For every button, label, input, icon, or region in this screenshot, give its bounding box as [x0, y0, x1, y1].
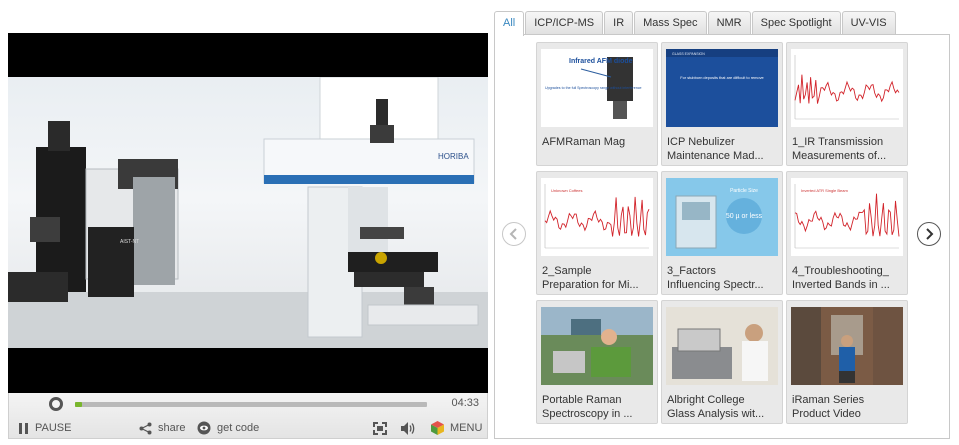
video-title-line1: ICP Nebulizer	[667, 136, 735, 148]
thumb-subcaption: Upgrades to the full Spectroscopy range …	[545, 86, 642, 90]
video-title: 4_Troubleshooting_ Inverted Bands in ...	[792, 264, 904, 292]
video-title-line2: Preparation for Mi...	[542, 279, 639, 291]
video-title-line2: Glass Analysis wit...	[667, 408, 765, 420]
thumb-subcaption: GLASS EXPANSION	[672, 52, 705, 56]
menu-cube-icon	[431, 421, 444, 435]
video-player: HORIBA AIST-NT 04:33 PAUSE share get cod…	[8, 33, 488, 439]
video-title-line2: Spectroscopy in ...	[542, 408, 633, 420]
category-tabs: All ICP/ICP-MS IR Mass Spec NMR Spec Spotligh…	[494, 11, 897, 36]
video-title: 1_IR Transmission Measurements of...	[792, 135, 904, 163]
menu-label: MENU	[450, 422, 483, 434]
video-title-line1: AFMRaman Mag	[542, 136, 626, 148]
menu-button[interactable]: MENU	[431, 420, 482, 436]
duration-label: 04:33	[451, 397, 479, 409]
thumb-caption: Unknown Coffees	[551, 188, 583, 193]
video-title-line2: Product Video	[792, 408, 861, 420]
fullscreen-icon	[373, 421, 387, 435]
scrub-handle[interactable]	[49, 397, 63, 411]
video-title: 3_Factors Influencing Spectr...	[667, 264, 779, 292]
video-thumbnail	[791, 307, 903, 385]
video-widget: HORIBA AIST-NT 04:33 PAUSE share get cod…	[0, 0, 959, 445]
scene-brand: HORIBA	[438, 152, 469, 161]
video-card[interactable]: Albright College Glass Analysis wit...	[661, 300, 783, 424]
video-title-line1: 1_IR Transmission	[792, 136, 884, 148]
video-card[interactable]: Portable Raman Spectroscopy in ...	[536, 300, 658, 424]
get-code-label: get code	[217, 422, 260, 434]
thumb-subcaption: 50 µ or less	[726, 213, 763, 220]
volume-icon	[401, 421, 415, 435]
thumb-caption: Infrared AFM diode	[569, 58, 633, 65]
volume-button[interactable]	[401, 420, 417, 436]
video-title-line2: Inverted Bands in ...	[792, 279, 890, 291]
video-title-line2: Measurements of...	[792, 150, 887, 162]
video-title: Albright College Glass Analysis wit...	[667, 393, 779, 421]
video-card[interactable]: 1_IR Transmission Measurements of...	[786, 42, 908, 166]
next-page-button[interactable]	[917, 222, 941, 246]
video-card[interactable]: Unknown Coffees 2_Sample Preparation for M…	[536, 171, 658, 295]
video-title-line2: Influencing Spectr...	[667, 279, 764, 291]
tab-all[interactable]: All	[494, 11, 525, 36]
fullscreen-button[interactable]	[373, 420, 387, 436]
video-thumbnail	[666, 307, 778, 385]
tab-uv-vis[interactable]: UV-VIS	[841, 11, 896, 35]
video-thumbnail: Unknown Coffees	[541, 178, 653, 256]
tab-spec-spotlight[interactable]: Spec Spotlight	[751, 11, 841, 35]
pause-icon	[19, 422, 28, 434]
thumb-caption: Inverted ATR Single Beam	[801, 188, 849, 193]
video-thumbnail: Infrared AFM diode Upgrades to the full S…	[541, 49, 653, 127]
thumb-caption: For stubborn deposits that are difficult…	[680, 75, 763, 80]
progress-track[interactable]	[75, 402, 427, 407]
share-button[interactable]: share	[139, 420, 186, 436]
get-code-button[interactable]: get code	[197, 420, 259, 436]
video-thumbnail	[791, 49, 903, 127]
video-thumbnail: Particle Size 50 µ or less	[666, 178, 778, 256]
tab-mass-spec[interactable]: Mass Spec	[634, 11, 707, 35]
scene-tag: AIST-NT	[120, 239, 139, 245]
prev-page-button[interactable]	[502, 222, 526, 246]
control-buttons: PAUSE share get code MENU	[9, 415, 489, 439]
video-title-line1: iRaman Series	[792, 394, 865, 406]
video-card[interactable]: Infrared AFM diode Upgrades to the full S…	[536, 42, 658, 166]
video-thumbnail: GLASS EXPANSION For stubborn deposits tha…	[666, 49, 778, 127]
video-title: iRaman Series Product Video	[792, 393, 904, 421]
player-controls: 04:33 PAUSE share get code MENU	[8, 393, 488, 439]
video-thumbnail: Inverted ATR Single Beam	[791, 178, 903, 256]
video-title: AFMRaman Mag	[542, 135, 654, 149]
video-title-line2: Maintenance Mad...	[667, 150, 764, 162]
video-title-line1: 2_Sample	[542, 265, 592, 277]
tab-ir[interactable]: IR	[604, 11, 634, 35]
video-title: 2_Sample Preparation for Mi...	[542, 264, 654, 292]
video-title: Portable Raman Spectroscopy in ...	[542, 393, 654, 421]
chevron-left-icon	[509, 228, 517, 240]
tab-nmr[interactable]: NMR	[707, 11, 751, 35]
pause-label: PAUSE	[35, 422, 72, 434]
thumb-caption: Particle Size	[730, 188, 758, 194]
video-card[interactable]: Inverted ATR Single Beam 4_Troubleshootin…	[786, 171, 908, 295]
progress-fill	[75, 402, 83, 407]
share-label: share	[158, 422, 186, 434]
video-title-line1: 4_Troubleshooting_	[792, 265, 889, 277]
video-card[interactable]: Particle Size 50 µ or less 3_Factors Influe…	[661, 171, 783, 295]
pause-button[interactable]: PAUSE	[19, 420, 71, 436]
video-card[interactable]: iRaman Series Product Video	[786, 300, 908, 424]
video-title-line1: Portable Raman	[542, 394, 622, 406]
video-card[interactable]: GLASS EXPANSION For stubborn deposits tha…	[661, 42, 783, 166]
video-title-line1: 3_Factors	[667, 265, 716, 277]
tab-icp-icp-ms[interactable]: ICP/ICP-MS	[525, 11, 604, 35]
eye-icon	[197, 421, 211, 435]
video-thumbnail	[541, 307, 653, 385]
video-title-line1: Albright College	[667, 394, 745, 406]
video-screen[interactable]: HORIBA AIST-NT	[8, 33, 488, 393]
chevron-right-icon	[926, 228, 934, 240]
share-icon	[139, 422, 152, 434]
video-title: ICP Nebulizer Maintenance Mad...	[667, 135, 779, 163]
seek-row: 04:33	[9, 393, 489, 415]
video-frame: HORIBA AIST-NT	[8, 77, 488, 348]
